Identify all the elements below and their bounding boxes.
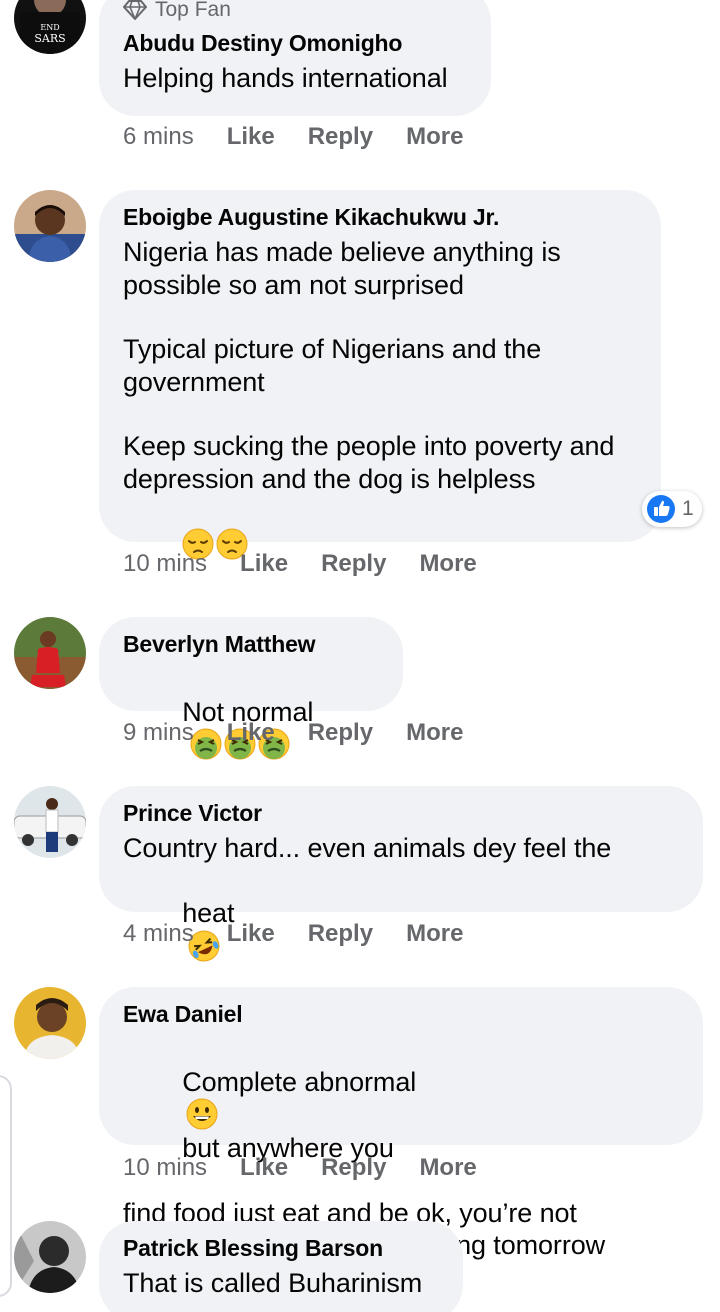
comment-author[interactable]: Patrick Blessing Barson [123, 1233, 439, 1263]
avatar[interactable] [14, 1221, 86, 1293]
comment-author[interactable]: Prince Victor [123, 798, 679, 828]
comment-paragraph: Keep sucking the people into poverty and… [123, 431, 615, 494]
svg-text:END: END [40, 23, 59, 32]
like-button[interactable]: Like [227, 123, 275, 151]
avatar[interactable] [14, 617, 86, 689]
reaction-count-number: 1 [682, 497, 694, 520]
reply-button[interactable]: Reply [321, 550, 386, 578]
like-button[interactable]: Like [227, 719, 275, 747]
more-button[interactable]: More [419, 550, 476, 578]
comment-actions: 6 mins Like Reply More [123, 122, 463, 152]
reply-button[interactable]: Reply [321, 1154, 386, 1182]
reply-button[interactable]: Reply [308, 123, 373, 151]
comment-author[interactable]: Beverlyn Matthew [123, 629, 379, 659]
comment-time[interactable]: 6 mins [123, 123, 194, 151]
like-button[interactable]: Like [240, 1154, 288, 1182]
comment-actions: 10 mins Like Reply More [123, 549, 477, 579]
more-button[interactable]: More [406, 719, 463, 747]
comment-bubble[interactable]: Prince Victor Country hard... even anima… [99, 786, 703, 961]
comment-text: Complete abnormal [182, 1066, 417, 1097]
like-reaction-icon [647, 495, 675, 523]
comment-actions: 9 mins Like Reply More [123, 718, 463, 748]
comment-time[interactable]: 10 mins [123, 550, 207, 578]
comment-emojis [123, 495, 637, 559]
diamond-icon [123, 0, 147, 20]
badge-label: Top Fan [155, 0, 231, 21]
comment-bubble[interactable]: Top Fan Abudu Destiny Omonigho Helping h… [99, 0, 491, 116]
comment-actions: 10 mins Like Reply More [123, 1153, 477, 1183]
comment-author[interactable]: Ewa Daniel [123, 999, 679, 1029]
like-button[interactable]: Like [227, 920, 275, 948]
comment-text: That is called Buharinism [123, 1268, 423, 1298]
comment-paragraph: Typical picture of Nigerians and the gov… [123, 334, 542, 397]
avatar[interactable] [14, 987, 86, 1059]
comment-time[interactable]: 10 mins [123, 1154, 207, 1182]
comment-bubble[interactable]: Ewa Daniel Complete abnormal but anywher… [99, 987, 703, 1260]
comment-text: Country hard... even animals dey feel th… [123, 833, 612, 863]
like-button[interactable]: Like [240, 550, 288, 578]
avatar[interactable] [14, 786, 86, 858]
avatar[interactable]: END SARS [14, 0, 86, 54]
avatar[interactable] [14, 190, 86, 262]
reply-button[interactable]: Reply [308, 920, 373, 948]
scrollbar-handle[interactable] [0, 1075, 12, 1297]
comment-bubble[interactable]: Eboigbe Augustine Kikachukwu Jr. Nigeria… [99, 190, 661, 559]
comment-bubble[interactable]: Patrick Blessing Barson That is called B… [99, 1221, 463, 1312]
comment-time[interactable]: 9 mins [123, 719, 194, 747]
more-button[interactable]: More [406, 920, 463, 948]
comment-text: Helping hands international [123, 63, 448, 93]
comment-author[interactable]: Eboigbe Augustine Kikachukwu Jr. [123, 202, 637, 232]
svg-text:SARS: SARS [34, 32, 65, 45]
more-button[interactable]: More [419, 1154, 476, 1182]
grinning-face-icon [186, 1098, 218, 1130]
more-button[interactable]: More [406, 123, 463, 151]
comments-feed: END SARS Top Fan Abudu Destiny Omonigho … [0, 0, 720, 1312]
top-fan-badge: Top Fan [123, 0, 467, 22]
comment-paragraph: Nigeria has made believe anything is pos… [123, 237, 561, 300]
comment-bubble[interactable]: Beverlyn Matthew Not normal [99, 617, 403, 760]
comment-actions: 4 mins Like Reply More [123, 919, 463, 949]
comment-time[interactable]: 4 mins [123, 920, 194, 948]
reply-button[interactable]: Reply [308, 719, 373, 747]
reaction-count[interactable]: 1 [642, 491, 702, 527]
comment-author[interactable]: Abudu Destiny Omonigho [123, 28, 467, 58]
